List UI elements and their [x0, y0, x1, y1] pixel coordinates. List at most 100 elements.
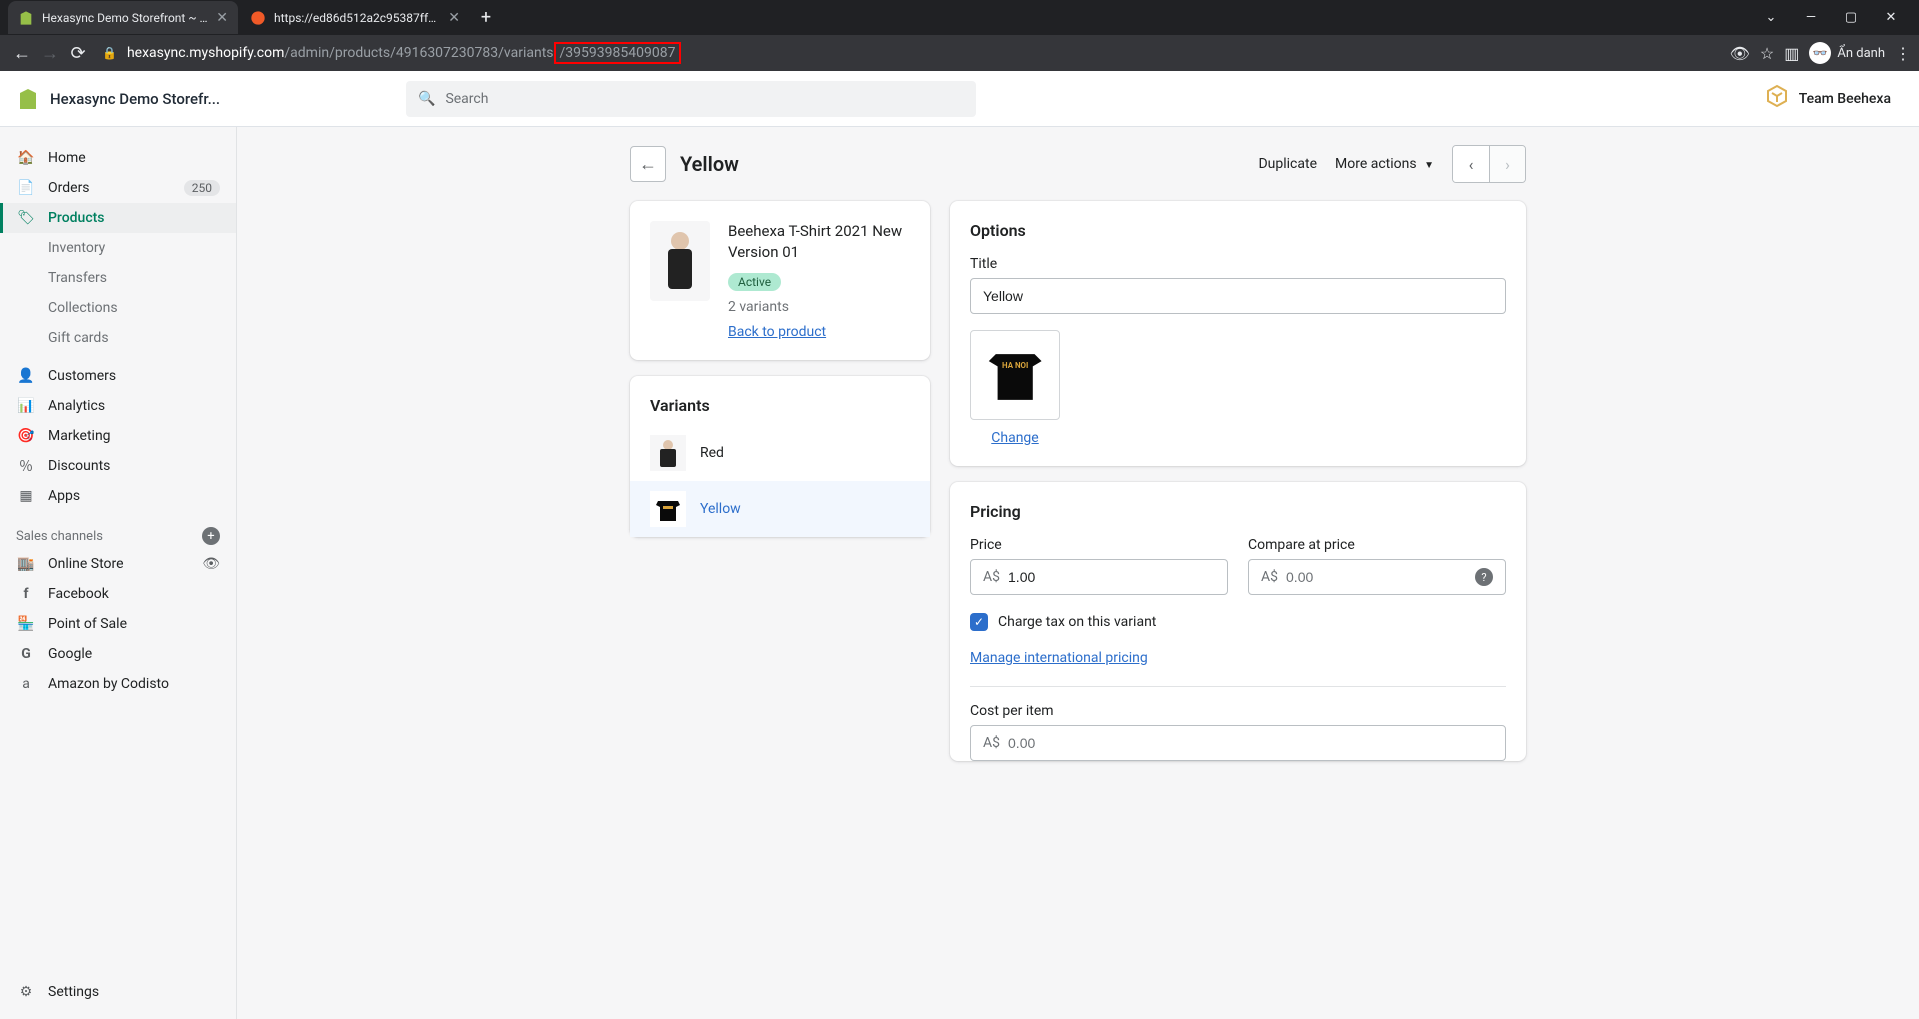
options-heading: Options	[970, 221, 1506, 240]
channels-label: Sales channels	[16, 529, 103, 544]
sidebar-item-label: Products	[48, 210, 105, 226]
channel-amazon[interactable]: a Amazon by Codisto	[0, 669, 236, 699]
eye-icon[interactable]: 👁	[202, 556, 220, 572]
prev-variant-button[interactable]: ‹	[1453, 146, 1489, 182]
sidebar-item-settings[interactable]: ⚙ Settings	[0, 977, 236, 1007]
variant-item-yellow[interactable]: Yellow	[630, 481, 930, 537]
url-path: /admin/products/4916307230783/variants	[284, 45, 553, 61]
bars-icon: 📊	[16, 398, 36, 414]
account-menu[interactable]: Team Beehexa	[1753, 76, 1903, 122]
person-icon: 👤	[16, 368, 36, 384]
reload-icon[interactable]: ⟳	[64, 39, 92, 67]
pricing-card: Pricing Price A$ Co	[950, 482, 1526, 761]
channel-label: Point of Sale	[48, 616, 127, 632]
chevron-down-icon[interactable]: ⌄	[1751, 3, 1791, 33]
sidebar-item-discounts[interactable]: ％ Discounts	[0, 451, 236, 481]
duplicate-button[interactable]: Duplicate	[1258, 156, 1317, 172]
url-domain: hexasync.myshopify.com	[127, 45, 284, 61]
help-icon[interactable]: ?	[1475, 568, 1493, 586]
sidebar-item-orders[interactable]: 📄 Orders 250	[0, 173, 236, 203]
tab-title: Hexasync Demo Storefront ~ Var	[42, 11, 208, 25]
cost-value[interactable]	[1008, 735, 1493, 751]
page-header: ← Yellow Duplicate More actions ▼ ‹ ›	[630, 145, 1526, 183]
charge-tax-checkbox[interactable]: ✓	[970, 613, 988, 631]
close-icon[interactable]: ✕	[448, 10, 460, 26]
orders-badge: 250	[184, 180, 220, 196]
incognito-icon: 👓	[1809, 42, 1831, 64]
search-placeholder: Search	[445, 91, 488, 107]
add-channel-button[interactable]: +	[202, 527, 220, 545]
variant-image[interactable]: HA NOI	[970, 330, 1060, 420]
variants-card: Variants Red	[630, 376, 930, 537]
product-name: Beehexa T-Shirt 2021 New Version 01	[728, 221, 910, 263]
star-icon[interactable]: ☆	[1760, 44, 1774, 63]
sidebar-item-home[interactable]: 🏠 Home	[0, 143, 236, 173]
sidebar-sub-gift-cards[interactable]: Gift cards	[0, 323, 236, 353]
sidebar-item-label: Orders	[48, 180, 90, 196]
channel-online-store[interactable]: 🏬 Online Store 👁	[0, 549, 236, 579]
sidebar-item-products[interactable]: 🏷 Products	[0, 203, 236, 233]
new-tab-button[interactable]: +	[472, 4, 500, 32]
options-card: Options Title HA NOI Change	[950, 201, 1526, 466]
back-icon[interactable]: ←	[8, 39, 36, 67]
tag-icon: 🏷	[16, 210, 36, 226]
address-bar[interactable]: 🔒 hexasync.myshopify.com /admin/products…	[92, 39, 1722, 67]
title-input[interactable]	[970, 278, 1506, 314]
close-icon[interactable]: ✕	[216, 10, 228, 26]
shopify-logo-icon	[16, 87, 40, 111]
sidebar-sub-collections[interactable]: Collections	[0, 293, 236, 323]
more-actions-menu[interactable]: More actions ▼	[1335, 156, 1434, 172]
search-input[interactable]: 🔍 Search	[406, 81, 976, 117]
compare-input[interactable]: A$ ?	[1248, 559, 1506, 595]
team-name: Team Beehexa	[1799, 91, 1891, 107]
intl-pricing-link[interactable]: Manage international pricing	[970, 650, 1148, 666]
channel-google[interactable]: G Google	[0, 639, 236, 669]
more-actions-label: More actions	[1335, 156, 1417, 172]
eye-off-icon[interactable]: 👁	[1730, 44, 1750, 63]
status-badge: Active	[728, 273, 781, 291]
sidebar-item-customers[interactable]: 👤 Customers	[0, 361, 236, 391]
variant-item-red[interactable]: Red	[630, 425, 930, 481]
currency-prefix: A$	[983, 569, 1000, 585]
browser-tab-1[interactable]: Hexasync Demo Storefront ~ Var ✕	[8, 1, 238, 34]
back-button[interactable]: ←	[630, 146, 666, 182]
sidebar-sub-inventory[interactable]: Inventory	[0, 233, 236, 263]
sidebar-item-label: Apps	[48, 488, 80, 504]
orders-icon: 📄	[16, 180, 36, 196]
browser-tab-2[interactable]: https://ed86d512a2c95387ffa25f ✕	[240, 1, 470, 34]
change-image-link[interactable]: Change	[970, 430, 1060, 446]
chrome-right-icons: 👁 ☆ ▥ 👓 Ẩn danh ⋮	[1730, 42, 1911, 64]
variant-thumb	[650, 435, 686, 471]
google-icon: G	[16, 646, 36, 662]
favicon-shopify	[18, 10, 34, 26]
channel-label: Google	[48, 646, 92, 662]
pricing-heading: Pricing	[970, 502, 1506, 521]
price-value[interactable]	[1008, 569, 1215, 585]
sidebar-item-apps[interactable]: ▦ Apps	[0, 481, 236, 511]
forward-icon[interactable]: →	[36, 39, 64, 67]
kebab-icon[interactable]: ⋮	[1895, 44, 1911, 63]
close-window-icon[interactable]: ✕	[1871, 3, 1911, 33]
channel-pos[interactable]: 🏪 Point of Sale	[0, 609, 236, 639]
sidebar-item-label: Customers	[48, 368, 116, 384]
next-variant-button[interactable]: ›	[1489, 146, 1525, 182]
compare-value[interactable]	[1286, 569, 1475, 585]
panel-icon[interactable]: ▥	[1784, 44, 1799, 63]
charge-tax-label: Charge tax on this variant	[998, 614, 1156, 630]
profile-badge[interactable]: 👓 Ẩn danh	[1809, 42, 1885, 64]
currency-prefix: A$	[983, 735, 1000, 751]
minimize-icon[interactable]: —	[1791, 3, 1831, 33]
maximize-icon[interactable]: ▢	[1831, 3, 1871, 33]
cost-label: Cost per item	[970, 703, 1506, 719]
store-switcher[interactable]: Hexasync Demo Storefr...	[16, 87, 406, 111]
sidebar-item-marketing[interactable]: 🎯 Marketing	[0, 421, 236, 451]
favicon-orange	[250, 10, 266, 26]
app-header: Hexasync Demo Storefr... 🔍 Search Team B…	[0, 71, 1919, 127]
channel-facebook[interactable]: f Facebook	[0, 579, 236, 609]
back-to-product-link[interactable]: Back to product	[728, 324, 826, 340]
sidebar-sub-transfers[interactable]: Transfers	[0, 263, 236, 293]
sidebar-item-analytics[interactable]: 📊 Analytics	[0, 391, 236, 421]
svg-text:HA NOI: HA NOI	[1002, 361, 1028, 370]
price-input[interactable]: A$	[970, 559, 1228, 595]
cost-input[interactable]: A$	[970, 725, 1506, 761]
